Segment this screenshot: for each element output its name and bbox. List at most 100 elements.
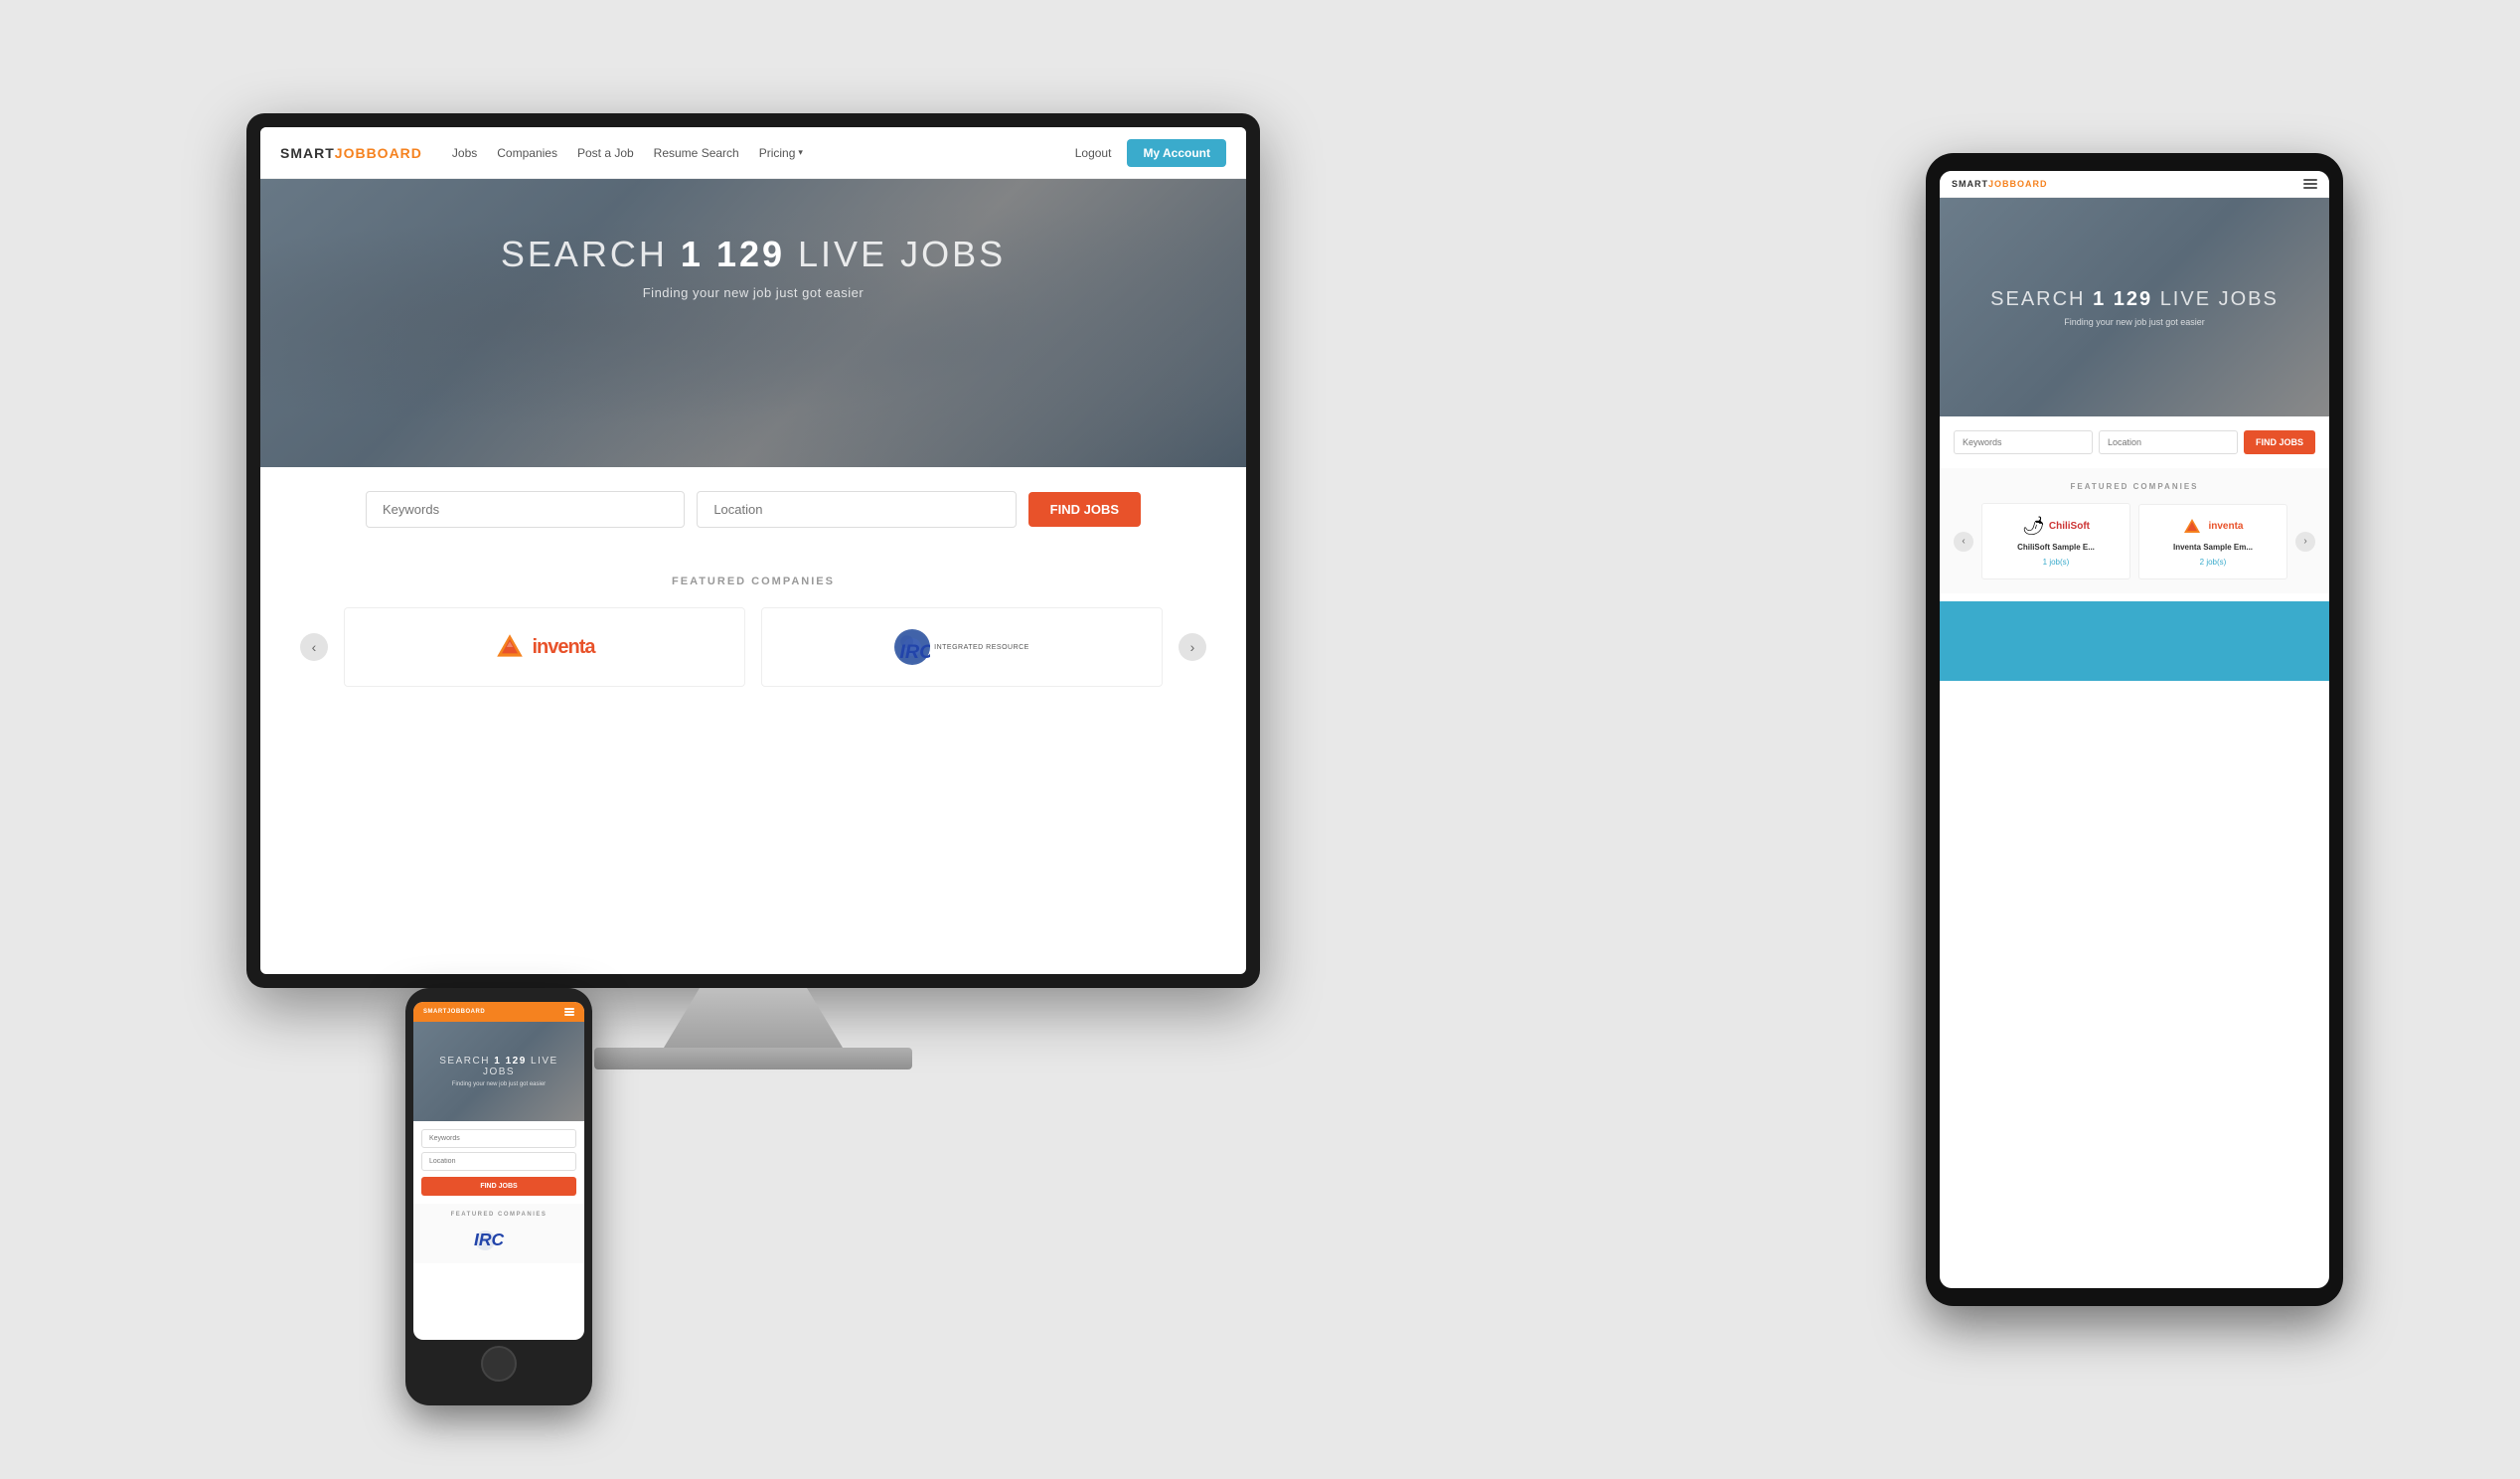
tablet-inventa-text: inventa xyxy=(2208,521,2243,532)
menu-bar-2 xyxy=(2303,183,2317,185)
location-input[interactable] xyxy=(697,491,1016,528)
nav-companies[interactable]: Companies xyxy=(497,146,557,160)
tablet-inventa-name: Inventa Sample Em... xyxy=(2173,543,2253,552)
tablet-chilisoft-name: ChiliSoft Sample E... xyxy=(2017,543,2095,552)
phone-home-button[interactable] xyxy=(481,1346,517,1382)
phone-nav: SMARTJOBBOARD xyxy=(413,1002,584,1022)
phone-brand-jobboard: JOBBOARD xyxy=(447,1009,485,1015)
tablet-inventa-jobs: 2 job(s) xyxy=(2200,558,2227,567)
chili-text: ChiliSoft xyxy=(2049,521,2090,532)
hero-content: SEARCH 1 129 LIVE JOBS Finding your new … xyxy=(501,234,1006,300)
brand-jobboard-text: JOBBOARD xyxy=(335,145,422,161)
tablet-carousel-next[interactable]: › xyxy=(2295,532,2315,552)
monitor-base xyxy=(594,1048,912,1069)
monitor-stand xyxy=(664,988,843,1048)
nav-jobs[interactable]: Jobs xyxy=(452,146,477,160)
chilisoft-logo: 🌶 ChiliSoft xyxy=(2022,516,2090,537)
phone-menu-bar-3 xyxy=(564,1014,574,1016)
carousel-prev-button[interactable]: ‹ xyxy=(300,633,328,661)
tablet-brand-smart: SMART xyxy=(1952,179,1988,189)
nav-post-a-job[interactable]: Post a Job xyxy=(577,146,634,160)
nav-links: Jobs Companies Post a Job Resume Search … xyxy=(452,146,1075,160)
irc-icon-circle: IRC xyxy=(894,629,930,665)
phone-hero: SEARCH 1 129 LIVE JOBS Finding your new … xyxy=(413,1022,584,1121)
tablet-search: FIND JOBS xyxy=(1940,416,2329,468)
phone-location-input[interactable] xyxy=(421,1152,576,1171)
tablet-blue-section xyxy=(1940,601,2329,681)
inventa-icon xyxy=(494,631,526,663)
tablet-companies-row: ‹ 🌶 ChiliSoft ChiliSoft Sample E... 1 jo… xyxy=(1954,503,2315,579)
pricing-chevron-down-icon: ▾ xyxy=(798,147,803,158)
arrow-left-icon: ‹ xyxy=(312,639,317,655)
tablet-brand-jobboard: JOBBOARD xyxy=(1988,179,2048,189)
tablet-screen: SMARTJOBBOARD SEARCH 1 129 LIVE JOBS Fin… xyxy=(1940,171,2329,1288)
svg-text:IRC: IRC xyxy=(900,641,931,663)
featured-section: FEATURED COMPANIES ‹ xyxy=(260,552,1246,711)
phone-screen: SMARTJOBBOARD SEARCH 1 129 LIVE JOBS Fin… xyxy=(413,1002,584,1340)
logout-link[interactable]: Logout xyxy=(1075,146,1112,160)
tablet-hero-subtitle: Finding your new job just got easier xyxy=(2064,317,2205,327)
phone-find-jobs-button[interactable]: FIND JOBS xyxy=(421,1177,576,1196)
phone-menu-bar-1 xyxy=(564,1008,574,1010)
carousel-next-button[interactable]: › xyxy=(1179,633,1206,661)
phone-menu-icon[interactable] xyxy=(564,1008,574,1016)
tablet-brand: SMARTJOBBOARD xyxy=(1952,179,2048,189)
phone-menu-bar-2 xyxy=(564,1011,574,1013)
tablet-chilisoft-jobs: 1 job(s) xyxy=(2043,558,2070,567)
hero-subtitle: Finding your new job just got easier xyxy=(501,285,1006,300)
phone-brand: SMARTJOBBOARD xyxy=(423,1009,485,1015)
tablet-carousel-prev[interactable]: ‹ xyxy=(1954,532,1973,552)
phone-featured-title: FEATURED COMPANIES xyxy=(421,1212,576,1218)
desktop-monitor: SMARTJOBBOARD Jobs Companies Post a Job … xyxy=(246,113,1260,1306)
nav-pricing[interactable]: Pricing ▾ xyxy=(759,146,803,160)
svg-text:IRC: IRC xyxy=(474,1230,505,1249)
company-card-inventa[interactable]: inventa xyxy=(344,607,745,687)
tablet-featured: FEATURED COMPANIES ‹ 🌶 ChiliSoft ChiliSo… xyxy=(1940,468,2329,593)
inventa-logo: inventa xyxy=(494,631,594,663)
menu-bar-1 xyxy=(2303,179,2317,181)
inventa-text: inventa xyxy=(532,636,594,659)
phone-device: SMARTJOBBOARD SEARCH 1 129 LIVE JOBS Fin… xyxy=(405,988,592,1405)
hero-title: SEARCH 1 129 LIVE JOBS xyxy=(501,234,1006,275)
phone-search: FIND JOBS xyxy=(413,1121,584,1204)
hero-section: SEARCH 1 129 LIVE JOBS Finding your new … xyxy=(260,179,1246,467)
phone-keywords-input[interactable] xyxy=(421,1129,576,1148)
monitor-frame: SMARTJOBBOARD Jobs Companies Post a Job … xyxy=(246,113,1260,988)
hero-pre-title: SEARCH xyxy=(501,234,668,274)
tablet-keywords-input[interactable] xyxy=(1954,430,2093,454)
irc-text: INTEGRATED RESOURCE xyxy=(934,644,1029,651)
tablet-company-card-chilisoft[interactable]: 🌶 ChiliSoft ChiliSoft Sample E... 1 job(… xyxy=(1981,503,2130,579)
phone-featured: FEATURED COMPANIES IRC xyxy=(413,1204,584,1263)
tablet-company-card-inventa[interactable]: inventa Inventa Sample Em... 2 job(s) xyxy=(2138,504,2287,579)
search-form: FIND JOBS xyxy=(366,491,1141,528)
phone-company-logo: IRC xyxy=(421,1226,576,1255)
tablet-device: SMARTJOBBOARD SEARCH 1 129 LIVE JOBS Fin… xyxy=(1926,153,2343,1306)
tablet-find-jobs-button[interactable]: FIND JOBS xyxy=(2244,430,2315,454)
browser-nav: SMARTJOBBOARD Jobs Companies Post a Job … xyxy=(260,127,1246,179)
scene: SMARTJOBBOARD Jobs Companies Post a Job … xyxy=(167,93,2353,1386)
arrow-right-icon: › xyxy=(1190,639,1195,655)
phone-hero-subtitle: Finding your new job just got easier xyxy=(452,1081,546,1087)
search-bar-wrapper: FIND JOBS xyxy=(260,467,1246,552)
brand-logo: SMARTJOBBOARD xyxy=(280,145,422,161)
nav-resume-search[interactable]: Resume Search xyxy=(654,146,739,160)
phone-hero-title: SEARCH 1 129 LIVE JOBS xyxy=(423,1056,574,1077)
tablet-location-input[interactable] xyxy=(2099,430,2238,454)
tablet-featured-title: FEATURED COMPANIES xyxy=(1954,482,2315,491)
tablet-menu-icon[interactable] xyxy=(2303,179,2317,189)
nav-right: Logout My Account xyxy=(1075,139,1226,167)
hero-post-title: LIVE JOBS xyxy=(798,234,1006,274)
company-card-irc[interactable]: IRC INTEGRATED RESOURCE xyxy=(761,607,1163,687)
my-account-button[interactable]: My Account xyxy=(1127,139,1226,167)
tablet-topbar: SMARTJOBBOARD xyxy=(1940,171,2329,198)
irc-logo: IRC INTEGRATED RESOURCE xyxy=(894,629,1029,665)
find-jobs-button[interactable]: FIND JOBS xyxy=(1028,492,1141,527)
tablet-hero: SEARCH 1 129 LIVE JOBS Finding your new … xyxy=(1940,198,2329,416)
monitor-screen: SMARTJOBBOARD Jobs Companies Post a Job … xyxy=(260,127,1246,974)
brand-smart-text: SMART xyxy=(280,145,335,161)
tablet-hero-title: SEARCH 1 129 LIVE JOBS xyxy=(1990,288,2279,311)
menu-bar-3 xyxy=(2303,187,2317,189)
tablet-inventa-logo: inventa xyxy=(2182,517,2243,537)
tablet-arrow-right-icon: › xyxy=(2303,536,2306,547)
keywords-input[interactable] xyxy=(366,491,685,528)
